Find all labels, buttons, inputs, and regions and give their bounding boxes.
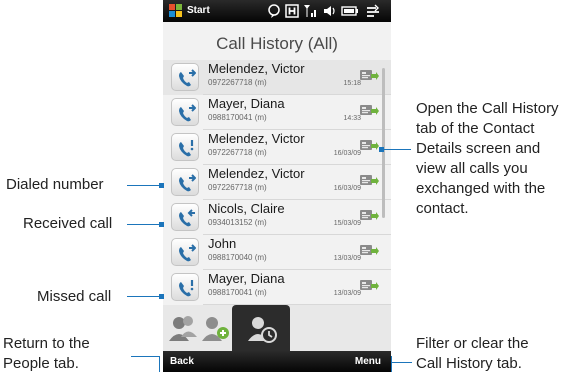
call-list-item[interactable]: Nicols, Claire 0934013152 (m) 15/03/09	[163, 200, 391, 235]
call-list-item[interactable]: Mayer, Diana 0988170041 (m) 14:33	[163, 95, 391, 130]
contact-details-icon[interactable]	[359, 278, 379, 294]
callout-people-tab-line-1: Return to the	[3, 335, 90, 352]
contact-details-icon[interactable]	[359, 243, 379, 259]
contact-number: 0988170040 (m)	[208, 253, 267, 262]
callout-call-history-tab: Open the Call History tab of the Contact…	[416, 99, 559, 219]
call-time: 16/03/09	[333, 185, 361, 192]
contact-details-icon[interactable]	[359, 68, 379, 84]
call-list: Melendez, Victor 0972267718 (m) 15:18 Mayer…	[163, 60, 391, 305]
callout-received-dot	[159, 222, 164, 227]
tab-contact-details-icon[interactable]	[197, 311, 233, 347]
contact-number: 0972267718 (m)	[208, 148, 267, 157]
scrollbar[interactable]	[382, 68, 385, 218]
contact-details-icon[interactable]	[359, 208, 379, 224]
tab-bar	[163, 305, 391, 351]
call-missed-button[interactable]	[171, 273, 199, 301]
callout-menu-line-1: Filter or clear the	[416, 335, 529, 352]
call-list-item[interactable]: Melendez, Victor 0972267718 (m) 16/03/09	[163, 165, 391, 200]
speaker-icon[interactable]	[323, 3, 337, 19]
contact-name: Melendez, Victor	[208, 61, 305, 76]
callout-call-history-dot	[379, 147, 384, 152]
contact-number: 0988170041 (m)	[208, 288, 267, 297]
call-dialed-button[interactable]	[171, 98, 199, 126]
callout-menu-leader	[391, 362, 412, 363]
callout-received-call: Received call	[23, 215, 113, 232]
callout-call-history-line-4: view all calls you	[416, 160, 528, 177]
call-dialed-button[interactable]	[171, 168, 199, 196]
contact-name: Mayer, Diana	[208, 271, 285, 286]
callout-call-history-line-6: contact.	[416, 200, 469, 217]
missed-call-icon	[179, 280, 194, 297]
callout-call-history-line-5: exchanged with the	[416, 180, 546, 197]
battery-icon[interactable]	[341, 3, 359, 19]
callout-received-line	[127, 224, 163, 225]
call-received-button[interactable]	[171, 203, 199, 231]
callout-call-history-line-1: Open the Call History	[416, 100, 559, 117]
callout-call-history-line-3: Details screen and	[416, 140, 541, 157]
call-history-icon	[248, 317, 277, 343]
call-time: 13/03/09	[333, 290, 361, 297]
signal-icon[interactable]	[303, 3, 319, 19]
call-time: 13/03/09	[333, 255, 361, 262]
phone-screen: Start Call History (All) Melendez, Victo…	[163, 0, 391, 372]
dialed-call-icon	[179, 244, 196, 262]
callout-missed-line	[127, 296, 163, 297]
contact-name: Mayer, Diana	[208, 96, 285, 111]
callout-people-tab-leader	[131, 356, 159, 357]
callout-menu-line-2: Call History tab.	[416, 355, 522, 372]
call-list-item[interactable]: John 0988170040 (m) 13/03/09	[163, 235, 391, 270]
contact-details-icon[interactable]	[359, 103, 379, 119]
dialed-call-icon	[179, 69, 196, 87]
call-dialed-button[interactable]	[171, 63, 199, 91]
start-label[interactable]: Start	[187, 5, 210, 16]
missed-call-icon	[179, 140, 194, 157]
connectivity-icon[interactable]	[365, 3, 381, 19]
contact-name: Nicols, Claire	[208, 201, 285, 216]
callout-people-tab-line-2: People tab.	[3, 355, 79, 372]
callout-missed-call: Missed call	[37, 288, 112, 305]
callout-dialed-number: Dialed number	[6, 176, 104, 193]
chat-icon[interactable]	[266, 3, 282, 19]
call-list-item[interactable]: Melendez, Victor 0972267718 (m) 16/03/09	[163, 130, 391, 165]
contact-details-icon[interactable]	[359, 138, 379, 154]
callout-missed-dot	[159, 294, 164, 299]
received-call-icon	[179, 209, 195, 227]
h-data-icon	[285, 4, 299, 18]
callout-call-history-line-2: tab of the Contact	[416, 120, 535, 137]
callout-people-tab-leader-v	[159, 356, 160, 372]
contact-name: Melendez, Victor	[208, 131, 305, 146]
call-dialed-button[interactable]	[171, 238, 199, 266]
contact-number: 0972267718 (m)	[208, 183, 267, 192]
contact-number: 0934013152 (m)	[208, 218, 267, 227]
callout-call-history-leader	[381, 149, 411, 150]
tab-call-history[interactable]	[232, 305, 290, 351]
callout-menu: Filter or clear the Call History tab.	[416, 334, 529, 372]
windows-logo-icon[interactable]	[169, 4, 183, 18]
callout-dialed-line	[127, 185, 163, 186]
contact-number: 0972267718 (m)	[208, 78, 267, 87]
softkey-bar: Back Menu	[163, 351, 391, 372]
call-list-item[interactable]: Mayer, Diana 0988170041 (m) 13/03/09	[163, 270, 391, 305]
back-softkey[interactable]: Back	[170, 356, 194, 367]
callout-dialed-dot	[159, 183, 164, 188]
contact-name: John	[208, 236, 237, 251]
dialed-call-icon	[179, 104, 196, 122]
call-list-item[interactable]: Melendez, Victor 0972267718 (m) 15:18	[163, 60, 391, 95]
status-bar: Start	[163, 0, 391, 22]
callout-people-tab: Return to the People tab.	[3, 334, 90, 372]
call-time: 15/03/09	[333, 220, 361, 227]
menu-softkey[interactable]: Menu	[355, 356, 381, 367]
contact-details-icon[interactable]	[359, 173, 379, 189]
callout-menu-leader-v	[391, 356, 392, 372]
dialed-call-icon	[179, 174, 196, 192]
call-missed-button[interactable]	[171, 133, 199, 161]
call-time: 16/03/09	[333, 150, 361, 157]
contact-name: Melendez, Victor	[208, 166, 305, 181]
contact-number: 0988170041 (m)	[208, 113, 267, 122]
page-title: Call History (All)	[216, 34, 338, 53]
